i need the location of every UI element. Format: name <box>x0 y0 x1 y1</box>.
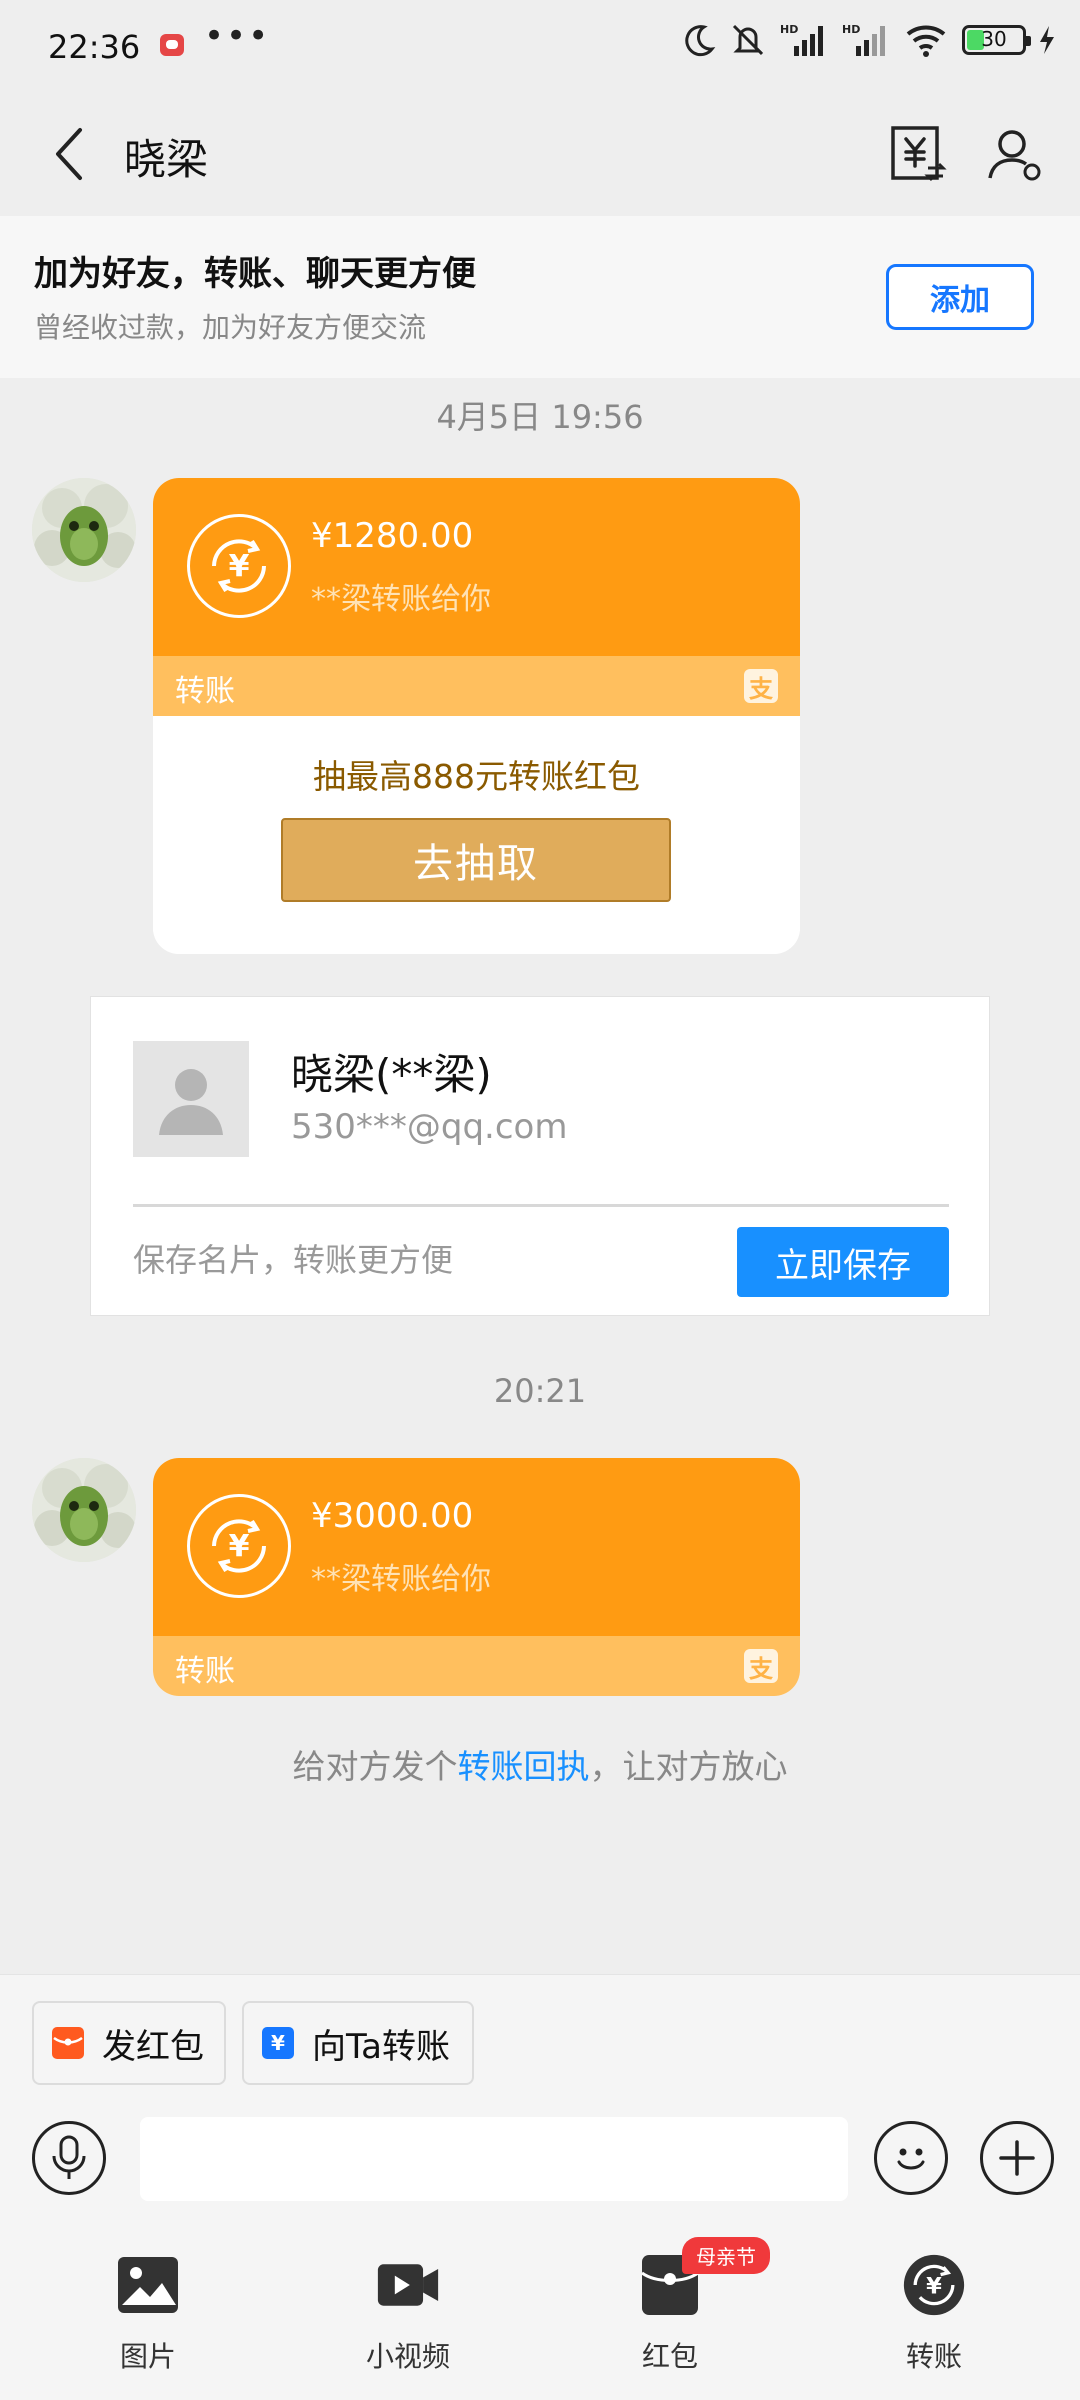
transfer-label: 转账 <box>175 1654 235 1689</box>
transfer-receipt-link[interactable]: 转账回执 <box>458 1747 590 1786</box>
sender-avatar[interactable] <box>32 478 136 582</box>
default-person-icon <box>159 1069 223 1135</box>
mothers-day-badge: 母亲节 <box>682 2237 770 2274</box>
svg-text:¥: ¥ <box>229 549 250 584</box>
back-button[interactable] <box>40 122 100 186</box>
status-time: 22:36 <box>48 28 141 66</box>
transfer-icon: ¥ <box>262 2027 294 2059</box>
plus-icon <box>999 2140 1035 2176</box>
battery-icon: 30 <box>962 25 1031 55</box>
add-friend-subtitle: 曾经收过款，加为好友方便交流 <box>34 311 427 344</box>
transfer-card-header: ¥ ¥1280.00 **梁转账给你 <box>153 478 800 656</box>
transfer-amount: ¥1280.00 <box>311 516 474 556</box>
promo-text: 抽最高888元转账红包 <box>313 757 640 796</box>
back-arrow-icon <box>56 128 82 180</box>
wifi-icon <box>906 25 946 57</box>
status-icons: HD HD 30 <box>682 22 1056 58</box>
save-contact-hint: 保存名片，转账更方便 <box>133 1241 454 1279</box>
sender-avatar[interactable] <box>32 1458 136 1562</box>
svg-text:HD: HD <box>780 23 798 36</box>
receipt-prefix: 给对方发个 <box>292 1747 458 1786</box>
quick-action-label: 发红包 <box>102 2026 204 2067</box>
contact-avatar <box>133 1041 249 1157</box>
transfer-description: **梁转账给你 <box>311 582 491 617</box>
page-title: 晓梁 <box>124 135 209 184</box>
message-input[interactable] <box>140 2117 848 2201</box>
transfer-label: 转账 <box>175 674 235 709</box>
signal-hd-1-icon: HD <box>780 23 823 56</box>
signal-hd-2-icon: HD <box>842 23 885 56</box>
message-timestamp: 20:21 <box>493 1372 587 1410</box>
moon-icon <box>685 25 716 57</box>
transfer-to-contact-button[interactable]: ¥ 向Ta转账 <box>242 2001 474 2085</box>
charging-icon <box>1040 26 1054 54</box>
transfer-message-card[interactable]: ¥ ¥3000.00 **梁转账给你 转账 支 <box>153 1458 800 1696</box>
mute-icon <box>732 24 764 56</box>
bottom-panel: 发红包 ¥ 向Ta转账 图片 小视频 母亲节 红包 ¥ 转账 <box>0 1974 1080 2400</box>
svg-text:HD: HD <box>842 23 860 36</box>
add-friend-banner: 加为好友，转账、聊天更方便 曾经收过款，加为好友方便交流 添加 <box>0 216 1080 378</box>
tool-image[interactable]: 图片 <box>68 2253 228 2383</box>
avatar-image <box>32 1458 136 1562</box>
receipt-suffix: ，让对方放心 <box>589 1747 788 1786</box>
add-friend-title: 加为好友，转账、聊天更方便 <box>34 254 476 294</box>
bill-icon <box>891 126 947 182</box>
send-red-packet-button[interactable]: 发红包 <box>32 2001 226 2085</box>
contact-settings-button[interactable] <box>984 122 1048 186</box>
transfer-card-header: ¥ ¥3000.00 **梁转账给你 <box>153 1458 800 1636</box>
transfer-amount: ¥3000.00 <box>311 1496 474 1536</box>
image-icon <box>116 2253 180 2317</box>
voice-input-button[interactable] <box>32 2121 106 2195</box>
transfer-promo: 抽最高888元转账红包 去抽取 <box>153 716 800 954</box>
transfer-icon: ¥ <box>187 1494 291 1598</box>
transfer-card-footer: 转账 支 <box>153 1636 800 1696</box>
transfer-icon: ¥ <box>187 514 291 618</box>
tool-red-packet[interactable]: 母亲节 红包 <box>590 2237 770 2383</box>
transfer-card-footer: 转账 支 <box>153 656 800 716</box>
svg-text:¥: ¥ <box>926 2273 942 2299</box>
tool-transfer[interactable]: ¥ 转账 <box>854 2253 1014 2383</box>
message-timestamp: 4月5日 19:56 <box>436 398 644 436</box>
status-bar: 22:36 ••• HD HD 30 <box>0 0 1080 92</box>
tool-label: 图片 <box>119 2340 176 2373</box>
draw-red-packet-button[interactable]: 去抽取 <box>281 818 671 902</box>
notification-app-icon <box>160 34 184 56</box>
transfer-icon: ¥ <box>902 2253 966 2317</box>
tool-label: 红包 <box>641 2340 698 2373</box>
alipay-icon: 支 <box>744 669 778 703</box>
red-packet-icon <box>52 2027 84 2059</box>
tool-label: 小视频 <box>365 2340 450 2373</box>
emoji-icon <box>897 2148 925 2170</box>
tool-label: 转账 <box>905 2340 962 2373</box>
battery-level: 30 <box>981 27 1007 51</box>
transfer-message-card[interactable]: ¥ ¥1280.00 **梁转账给你 转账 支 抽最高888元转账红包 去抽取 <box>153 478 800 954</box>
microphone-icon <box>52 2135 86 2179</box>
more-options-button[interactable] <box>980 2121 1054 2195</box>
receipt-prompt: 给对方发个转账回执，让对方放心 <box>0 1740 1080 1788</box>
video-icon <box>376 2253 440 2317</box>
svg-text:¥: ¥ <box>229 1529 250 1564</box>
emoji-button[interactable] <box>874 2121 948 2195</box>
quick-action-label: 向Ta转账 <box>312 2026 450 2067</box>
contact-settings-icon <box>988 130 1041 181</box>
alipay-icon: 支 <box>744 1649 778 1683</box>
title-bar: 晓梁 <box>0 92 1080 216</box>
avatar-image <box>32 478 136 582</box>
bill-button[interactable] <box>886 122 950 186</box>
contact-email: 530***@qq.com <box>291 1107 568 1147</box>
contact-name: 晓梁(**梁) <box>291 1050 492 1099</box>
contact-card: 晓梁(**梁) 530***@qq.com 保存名片，转账更方便 立即保存 <box>90 996 990 1316</box>
transfer-description: **梁转账给你 <box>311 1562 491 1597</box>
add-friend-button[interactable]: 添加 <box>886 264 1034 330</box>
red-packet-icon: 母亲节 <box>638 2237 770 2317</box>
divider <box>133 1204 949 1207</box>
tool-video[interactable]: 小视频 <box>328 2253 488 2383</box>
save-contact-button[interactable]: 立即保存 <box>737 1227 949 1297</box>
more-notifications-icon: ••• <box>204 16 271 56</box>
